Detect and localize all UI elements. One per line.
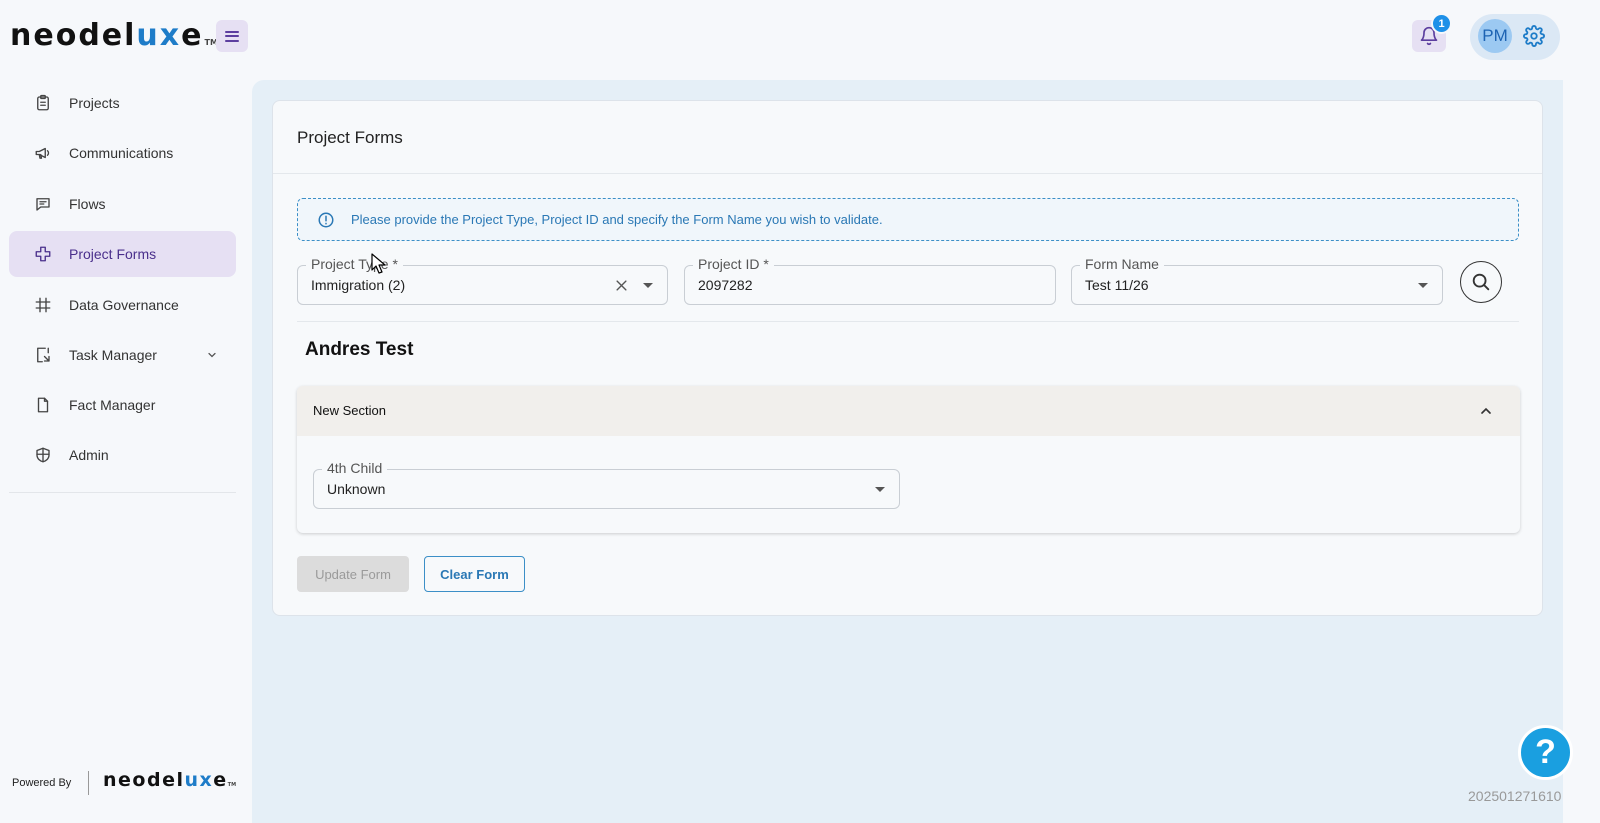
project-type-label: Project Type * — [306, 256, 403, 272]
fourth-child-value: Unknown — [327, 481, 386, 497]
project-id-value: 2097282 — [698, 277, 753, 293]
project-type-select[interactable]: Project Type * Immigration (2) — [297, 256, 668, 305]
sidebar-item-project-forms[interactable]: Project Forms — [9, 231, 236, 277]
grid-icon — [35, 297, 51, 313]
divider — [297, 321, 1519, 322]
sidebar-item-projects[interactable]: Projects — [9, 80, 236, 126]
project-forms-card: Project Forms Please provide the Project… — [272, 100, 1543, 616]
logo-text-end: e — [181, 18, 204, 53]
logo-trademark: TM — [227, 782, 237, 788]
notification-badge: 1 — [1431, 13, 1452, 34]
mouse-cursor-icon — [371, 253, 386, 274]
close-icon[interactable] — [614, 278, 629, 293]
task-icon — [37, 347, 50, 363]
page-title: Project Forms — [297, 128, 403, 147]
question-mark-icon: ? — [1535, 733, 1556, 771]
form-name-value: Test 11/26 — [1085, 277, 1149, 293]
sidebar-item-fact-manager[interactable]: Fact Manager — [9, 382, 236, 428]
document-icon — [37, 397, 49, 413]
info-message: Please provide the Project Type, Project… — [351, 212, 883, 227]
form-title: Andres Test — [305, 339, 414, 360]
logo-text: neodel — [103, 769, 185, 791]
footer-logo: neodeluxeTM — [103, 769, 236, 791]
section-header[interactable]: New Section — [297, 386, 1520, 436]
chevron-down-icon[interactable] — [206, 349, 218, 361]
chevron-up-icon[interactable] — [1478, 403, 1494, 419]
logo-accent: ux — [184, 769, 214, 791]
avatar[interactable]: PM — [1478, 19, 1512, 53]
powered-by-divider — [88, 771, 89, 795]
form-name-label: Form Name — [1080, 256, 1164, 272]
sidebar-item-label: Project Forms — [69, 246, 157, 262]
sidebar-item-admin[interactable]: Admin — [9, 432, 236, 478]
search-button[interactable] — [1460, 261, 1502, 303]
form-section: New Section 4th Child Unknown — [297, 386, 1520, 533]
fourth-child-select[interactable]: 4th Child Unknown — [313, 460, 900, 509]
help-button[interactable]: ? — [1518, 725, 1573, 780]
info-alert: Please provide the Project Type, Project… — [297, 198, 1519, 241]
update-form-button[interactable]: Update Form — [297, 556, 409, 592]
shield-icon — [36, 447, 50, 463]
sidebar-item-label: Task Manager — [69, 347, 157, 363]
clipboard-icon — [37, 94, 49, 111]
clear-form-button[interactable]: Clear Form — [424, 556, 525, 592]
powered-by-label: Powered By — [12, 777, 72, 789]
megaphone-icon — [35, 147, 50, 159]
project-type-value: Immigration (2) — [311, 277, 406, 293]
logo-text: neodel — [10, 18, 137, 53]
caret-down-icon — [875, 487, 885, 492]
fourth-child-label: 4th Child — [322, 460, 388, 476]
form-name-select[interactable]: Form Name Test 11/26 — [1071, 256, 1443, 305]
caret-down-icon — [1418, 283, 1428, 288]
sidebar-item-label: Projects — [69, 95, 120, 111]
sidebar-item-task-manager[interactable]: Task Manager — [9, 332, 236, 378]
flow-icon — [35, 246, 51, 262]
sidebar-item-flows[interactable]: Flows — [9, 181, 236, 227]
divider — [273, 173, 1542, 174]
sidebar-item-label: Data Governance — [69, 297, 179, 313]
sidebar-item-data-governance[interactable]: Data Governance — [9, 282, 236, 328]
sidebar-item-label: Admin — [69, 447, 109, 463]
sidebar-item-label: Fact Manager — [69, 397, 156, 413]
sidebar-item-label: Flows — [69, 196, 106, 212]
section-title: New Section — [313, 403, 386, 418]
chat-icon — [36, 198, 50, 211]
project-id-label: Project ID * — [693, 256, 774, 272]
info-icon — [318, 212, 334, 228]
build-number: 202501271610 — [1468, 788, 1562, 804]
sidebar-divider — [9, 492, 236, 493]
caret-down-icon — [643, 283, 653, 288]
logo-text-end: e — [213, 769, 228, 791]
menu-toggle-button[interactable] — [216, 20, 248, 52]
app-logo: neodel ux e TM — [10, 18, 218, 53]
project-id-field[interactable]: Project ID * 2097282 — [684, 256, 1056, 305]
sidebar: Projects Communications Flows Project Fo… — [0, 78, 248, 823]
search-icon — [1472, 273, 1490, 291]
hamburger-icon — [225, 30, 239, 42]
sidebar-item-label: Communications — [69, 145, 174, 161]
logo-accent: ux — [136, 18, 182, 53]
sidebar-item-communications[interactable]: Communications — [9, 130, 236, 176]
gear-icon[interactable] — [1523, 25, 1545, 47]
